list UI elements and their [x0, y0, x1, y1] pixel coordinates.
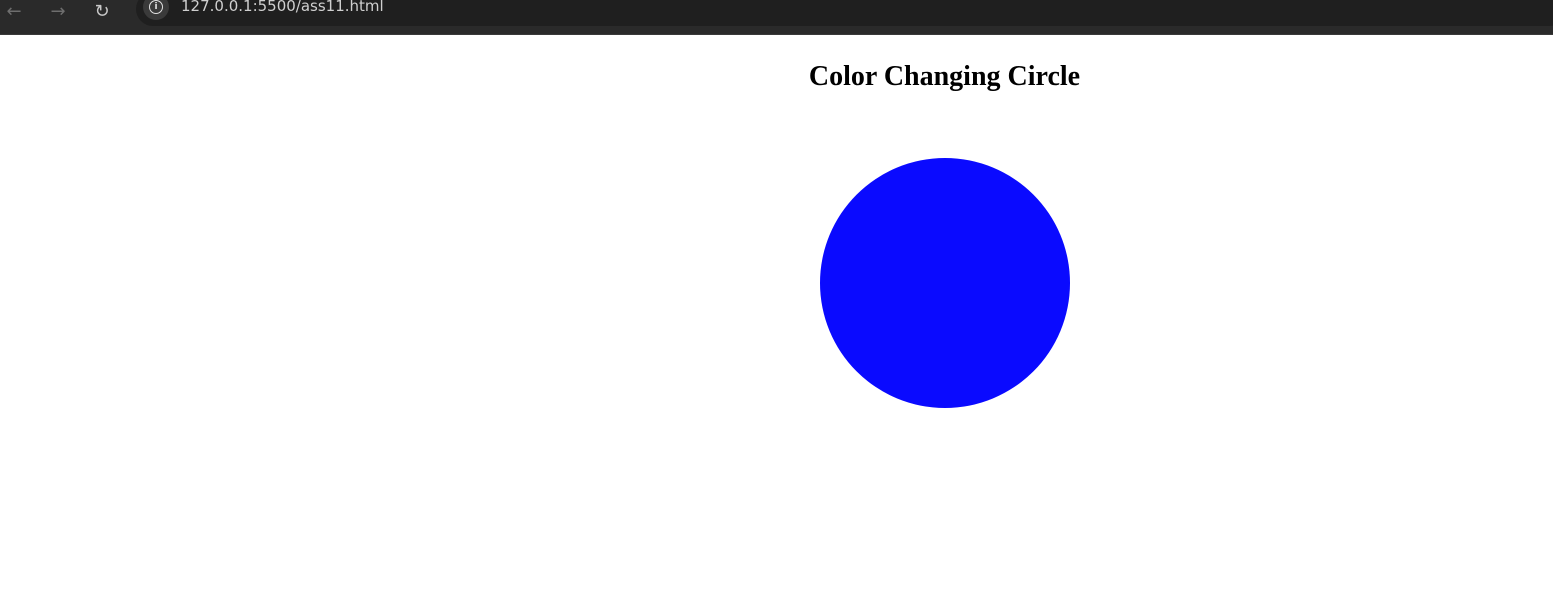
forward-button[interactable]: → [44, 0, 72, 22]
page-title: Color Changing Circle [808, 61, 1081, 92]
arrow-left-icon: ← [6, 0, 22, 22]
back-button[interactable]: ← [0, 0, 28, 22]
browser-toolbar: ← → ↻ i 127.0.0.1:5500/ass11.html [0, 0, 1553, 35]
arrow-right-icon: → [50, 0, 66, 22]
reload-button[interactable]: ↻ [88, 0, 116, 22]
url-text[interactable]: 127.0.0.1:5500/ass11.html [181, 0, 384, 16]
reload-icon: ↻ [94, 0, 110, 22]
color-circle[interactable] [820, 158, 1070, 408]
info-icon: i [149, 0, 163, 14]
